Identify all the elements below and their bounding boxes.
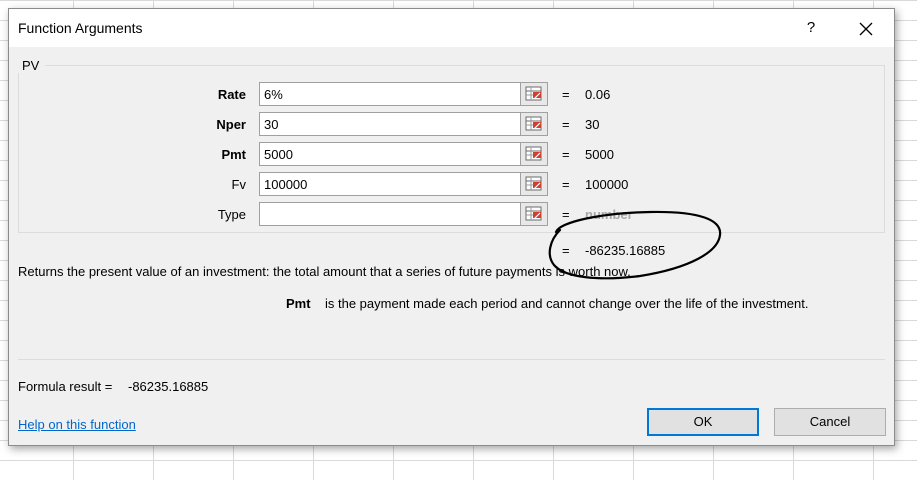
arg-help-text: is the payment made each period and cann…	[325, 296, 809, 311]
arg-result-type: number	[585, 207, 633, 222]
arg-label-rate: Rate	[217, 87, 246, 102]
cancel-button[interactable]: Cancel	[774, 408, 886, 436]
close-button[interactable]	[849, 13, 883, 43]
type-range-selector-button[interactable]	[521, 202, 548, 226]
function-description: Returns the present value of an investme…	[18, 264, 631, 279]
arg-row-pmt: Pmt = 5000	[9, 142, 894, 168]
function-arguments-dialog: Function Arguments ? PV Rate = 0.06 Nper	[8, 8, 895, 446]
equals-sign: =	[562, 117, 570, 132]
range-selector-icon	[525, 146, 542, 161]
equals-sign: =	[562, 177, 570, 192]
function-result-equals: =	[562, 243, 570, 258]
arg-result-rate: 0.06	[585, 87, 611, 102]
arg-label-type: Type	[217, 207, 246, 222]
pmt-input[interactable]	[259, 142, 521, 166]
arg-result-nper: 30	[585, 117, 600, 132]
arg-result-pmt: 5000	[585, 147, 614, 162]
arg-label-fv: Fv	[231, 177, 246, 192]
arg-row-type: Type = number	[9, 202, 894, 228]
arg-result-fv: 100000	[585, 177, 629, 192]
ok-button[interactable]: OK	[647, 408, 759, 436]
arg-row-nper: Nper = 30	[9, 112, 894, 138]
type-input[interactable]	[259, 202, 521, 226]
help-on-function-link[interactable]: Help on this function	[18, 417, 136, 432]
arg-row-fv: Fv = 100000	[9, 172, 894, 198]
rate-input[interactable]	[259, 82, 521, 106]
equals-sign: =	[562, 147, 570, 162]
close-icon	[859, 22, 873, 36]
equals-sign: =	[562, 207, 570, 222]
fv-range-selector-button[interactable]	[521, 172, 548, 196]
fv-input[interactable]	[259, 172, 521, 196]
formula-result-label: Formula result =	[18, 379, 113, 394]
arg-label-pmt: Pmt	[221, 147, 246, 162]
rate-range-selector-button[interactable]	[521, 82, 548, 106]
range-selector-icon	[525, 116, 542, 131]
range-selector-icon	[525, 206, 542, 221]
function-name: PV	[18, 58, 46, 73]
arg-label-nper: Nper	[216, 117, 246, 132]
equals-sign: =	[562, 87, 570, 102]
arg-row-rate: Rate = 0.06	[9, 82, 894, 108]
formula-result-value: -86235.16885	[128, 379, 209, 394]
title-bar: Function Arguments ?	[9, 9, 894, 47]
dialog-title: Function Arguments	[18, 20, 143, 36]
range-selector-icon	[525, 86, 542, 101]
divider	[18, 359, 885, 360]
arg-help-name: Pmt	[286, 296, 311, 311]
help-button[interactable]: ?	[799, 15, 823, 41]
range-selector-icon	[525, 176, 542, 191]
nper-input[interactable]	[259, 112, 521, 136]
pmt-range-selector-button[interactable]	[521, 142, 548, 166]
nper-range-selector-button[interactable]	[521, 112, 548, 136]
function-result-value: -86235.16885	[585, 243, 666, 258]
